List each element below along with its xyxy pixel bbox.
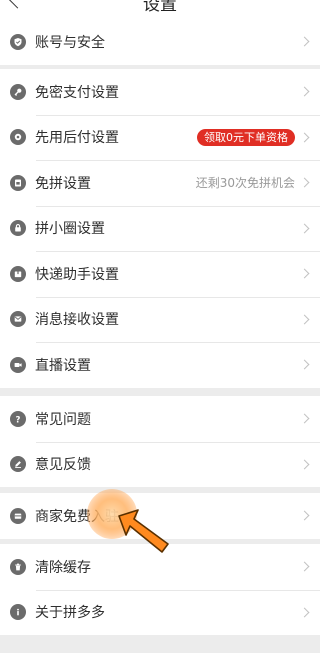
shield-icon — [10, 33, 26, 50]
row-merchant-join[interactable]: 商家免费入驻 — [0, 493, 320, 539]
top-bar: 设置 — [0, 0, 320, 19]
chevron-right-icon — [299, 413, 310, 424]
row-hint: 还剩30次免拼机会 — [195, 176, 295, 191]
settings-group-app: 清除缓存 关于拼多多 — [0, 544, 320, 635]
settings-group-features: 免密支付设置 先用后付设置 领取0元下单资格 免拼设置 还剩30次免拼机会 拼小… — [0, 69, 320, 388]
info-icon — [10, 604, 26, 621]
page-title: 设置 — [143, 0, 177, 15]
trash-icon — [10, 558, 26, 575]
chevron-right-icon — [299, 36, 310, 47]
row-label: 商家免费入驻 — [35, 508, 119, 525]
row-live-settings[interactable]: 直播设置 — [0, 342, 320, 388]
svg-text:?: ? — [16, 415, 21, 424]
video-icon — [10, 356, 26, 373]
chevron-right-icon — [299, 607, 310, 618]
gear-icon — [10, 129, 26, 146]
row-label: 免密支付设置 — [35, 84, 119, 101]
row-about[interactable]: 关于拼多多 — [0, 589, 320, 636]
row-feedback[interactable]: 意见反馈 — [0, 441, 320, 488]
edit-icon — [10, 456, 26, 473]
row-label: 清除缓存 — [35, 559, 91, 576]
question-icon: ? — [10, 410, 26, 427]
row-group-free[interactable]: 免拼设置 还剩30次免拼机会 — [0, 160, 320, 206]
row-label: 免拼设置 — [35, 175, 91, 192]
chevron-right-icon — [299, 314, 310, 325]
chevron-right-icon — [299, 359, 310, 370]
row-label: 关于拼多多 — [35, 605, 105, 622]
row-delivery-assistant[interactable]: 快递助手设置 — [0, 251, 320, 297]
chevron-right-icon — [299, 86, 310, 97]
row-label: 拼小圈设置 — [35, 221, 105, 238]
promo-badge: 领取0元下单资格 — [197, 128, 295, 146]
chevron-right-icon — [299, 268, 310, 279]
row-label: 意见反馈 — [35, 457, 91, 474]
row-pay-later[interactable]: 先用后付设置 领取0元下单资格 — [0, 114, 320, 161]
row-message-settings[interactable]: 消息接收设置 — [0, 296, 320, 343]
settings-group-help: ? 常见问题 意见反馈 — [0, 396, 320, 487]
chevron-right-icon — [299, 177, 310, 188]
chevron-right-icon — [299, 223, 310, 234]
row-account-security[interactable]: 账号与安全 — [0, 19, 320, 65]
key-icon — [10, 83, 26, 100]
chevron-right-icon — [299, 132, 310, 143]
row-faq[interactable]: ? 常见问题 — [0, 396, 320, 442]
lock-icon — [10, 220, 26, 237]
row-label: 快递助手设置 — [35, 266, 119, 283]
row-label: 账号与安全 — [35, 34, 105, 51]
row-label: 常见问题 — [35, 411, 91, 428]
row-password-free-pay[interactable]: 免密支付设置 — [0, 69, 320, 115]
document-icon — [10, 174, 26, 191]
row-moments[interactable]: 拼小圈设置 — [0, 205, 320, 252]
row-label: 先用后付设置 — [35, 130, 119, 147]
row-clear-cache[interactable]: 清除缓存 — [0, 544, 320, 590]
row-label: 消息接收设置 — [35, 312, 119, 329]
store-icon — [10, 507, 26, 524]
package-icon — [10, 265, 26, 282]
settings-group-merchant: 商家免费入驻 — [0, 493, 320, 539]
settings-group-account: 账号与安全 — [0, 19, 320, 65]
message-icon — [10, 311, 26, 328]
chevron-right-icon — [299, 561, 310, 572]
chevron-right-icon — [299, 459, 310, 470]
row-label: 直播设置 — [35, 357, 91, 374]
chevron-right-icon — [299, 510, 310, 521]
